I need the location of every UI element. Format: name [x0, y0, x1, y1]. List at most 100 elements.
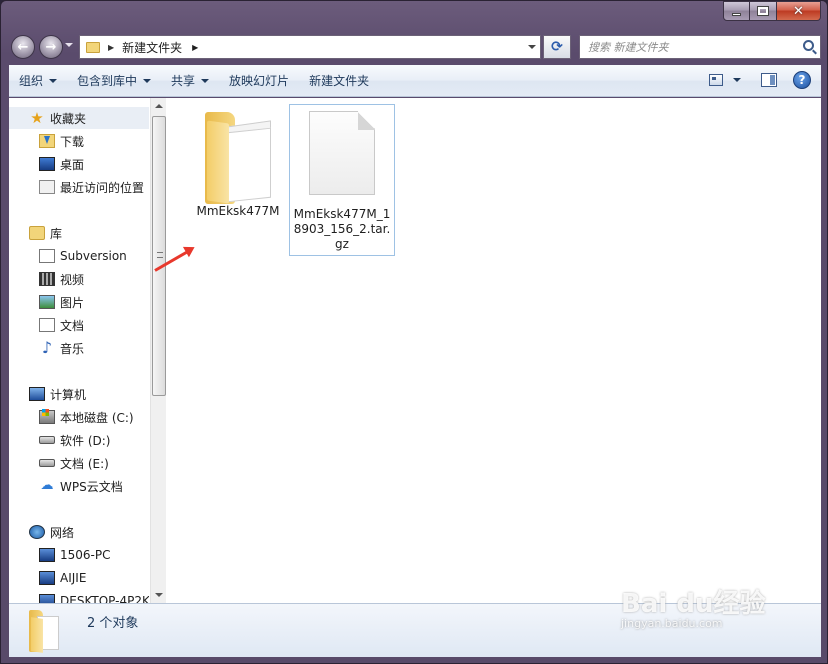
chevron-down-icon [143, 78, 152, 83]
star-icon: ★ [30, 109, 44, 127]
nav-network-label: 网络 [50, 525, 75, 540]
hard-drive-icon [39, 459, 55, 467]
chevron-down-icon [49, 78, 58, 83]
nav-computer[interactable]: 计算机 [9, 383, 149, 405]
nav-item-label: 最近访问的位置 [60, 180, 145, 195]
download-folder-icon [39, 134, 55, 148]
scroll-down-arrow-icon[interactable] [155, 593, 163, 597]
recent-places-icon [39, 180, 55, 194]
nav-item-subversion[interactable]: Subversion [9, 245, 149, 267]
nav-item-label: 文档 (E:) [60, 456, 109, 471]
view-options-chevron-icon[interactable] [733, 78, 741, 82]
search-icon[interactable] [803, 40, 814, 51]
minimize-button[interactable] [723, 1, 750, 21]
nav-item-label: Subversion [60, 249, 127, 263]
navigation-row: ← → ▶ 新建文件夹 ▶ ⟳ [9, 33, 821, 61]
forward-button[interactable]: → [39, 35, 63, 59]
file-name: MmEksk477M [196, 204, 280, 218]
cloud-icon: ☁ [40, 478, 54, 493]
share-button[interactable]: 共享 [161, 69, 219, 93]
slideshow-button[interactable]: 放映幻灯片 [219, 69, 299, 93]
picture-library-icon [39, 295, 55, 309]
nav-item-label: 视频 [60, 272, 85, 287]
computer-icon [29, 387, 45, 401]
maximize-button[interactable] [750, 1, 777, 21]
nav-item-network-pc[interactable]: DESKTOP-4P2K [9, 590, 149, 603]
share-label: 共享 [171, 74, 196, 88]
nav-item-desktop[interactable]: 桌面 [9, 153, 149, 175]
organize-button[interactable]: 组织 [9, 69, 67, 93]
nav-item-network-pc[interactable]: AIJIE [9, 567, 149, 589]
nav-item-videos[interactable]: 视频 [9, 268, 149, 290]
item-count: 2 个对象 [87, 616, 139, 631]
address-dropdown-icon[interactable] [528, 45, 536, 49]
nav-item-recent-places[interactable]: 最近访问的位置 [9, 176, 149, 198]
details-pane: 2 个对象 Bai du经验 jingyan.baidu.com [9, 589, 821, 657]
archive-file-item[interactable]: MmEksk477M_18903_156_2.tar.gz [289, 104, 395, 256]
nav-item-label: 下载 [60, 134, 85, 149]
search-input[interactable] [580, 40, 790, 54]
network-globe-icon [29, 525, 45, 539]
nav-libraries[interactable]: 库 [9, 222, 149, 244]
grip-icon [157, 252, 163, 258]
nav-item-label: AIJIE [60, 571, 87, 585]
content-area: ★ 收藏夹 下载 桌面 最近访问的位置 库 Subversion 视频 图片 文… [9, 98, 821, 603]
nav-item-downloads[interactable]: 下载 [9, 130, 149, 152]
help-icon[interactable]: ? [793, 71, 811, 89]
breadcrumb-separator-icon[interactable]: ▶ [108, 43, 114, 52]
nav-item-drive-e[interactable]: 文档 (E:) [9, 452, 149, 474]
new-folder-button[interactable]: 新建文件夹 [299, 69, 379, 93]
document-library-icon [39, 318, 55, 332]
nav-libraries-label: 库 [50, 226, 63, 241]
nav-item-label: DESKTOP-4P2K [60, 594, 149, 603]
address-bar[interactable]: ▶ 新建文件夹 ▶ [79, 35, 541, 59]
nav-item-label: 本地磁盘 (C:) [60, 410, 134, 425]
close-icon: ✕ [793, 3, 804, 19]
nav-item-label: 1506-PC [60, 548, 111, 562]
nav-favorites-label: 收藏夹 [50, 111, 87, 126]
include-in-library-button[interactable]: 包含到库中 [67, 69, 161, 93]
folder-icon [86, 41, 100, 53]
nav-item-drive-c[interactable]: 本地磁盘 (C:) [9, 406, 149, 428]
close-button[interactable]: ✕ [777, 1, 821, 21]
breadcrumb-separator-icon[interactable]: ▶ [192, 43, 198, 52]
network-computer-icon [39, 594, 55, 603]
nav-item-documents[interactable]: 文档 [9, 314, 149, 336]
refresh-icon: ⟳ [551, 39, 563, 55]
refresh-button[interactable]: ⟳ [543, 35, 571, 59]
network-computer-icon [39, 548, 55, 562]
nav-item-pictures[interactable]: 图片 [9, 291, 149, 313]
maximize-icon [757, 6, 769, 16]
command-bar: 组织 包含到库中 共享 放映幻灯片 新建文件夹 ? [9, 65, 821, 97]
scrollbar-thumb[interactable] [152, 116, 166, 396]
search-box[interactable] [579, 35, 821, 59]
nav-network[interactable]: 网络 [9, 521, 149, 543]
nav-computer-label: 计算机 [50, 387, 87, 402]
include-in-library-label: 包含到库中 [77, 74, 138, 88]
folder-icon [29, 610, 61, 653]
change-view-icon[interactable] [709, 74, 723, 86]
new-folder-label: 新建文件夹 [309, 74, 370, 88]
explorer-window: ✕ ← → ▶ 新建文件夹 ▶ ⟳ 组织 包含到库中 共享 放映幻灯片 新建文件… [0, 0, 828, 664]
preview-pane-icon[interactable] [761, 73, 777, 87]
navigation-scrollbar[interactable] [150, 98, 166, 603]
nav-item-network-pc[interactable]: 1506-PC [9, 544, 149, 566]
system-drive-icon [39, 409, 55, 424]
folder-icon [199, 108, 277, 204]
nav-item-music[interactable]: ♪ 音乐 [9, 337, 149, 359]
recent-pages-dropdown[interactable] [65, 43, 73, 47]
organize-label: 组织 [19, 74, 44, 88]
scroll-up-arrow-icon[interactable] [155, 104, 163, 108]
caption-buttons: ✕ [723, 1, 821, 21]
back-button[interactable]: ← [11, 35, 35, 59]
nav-item-label: 桌面 [60, 157, 85, 172]
nav-item-wps-cloud[interactable]: ☁ WPS云文档 [9, 475, 149, 497]
nav-item-drive-d[interactable]: 软件 (D:) [9, 429, 149, 451]
music-note-icon: ♪ [41, 338, 53, 357]
file-list: MmEksk477M MmEksk477M_18903_156_2.tar.gz [167, 98, 821, 603]
folder-item[interactable]: MmEksk477M [185, 100, 291, 219]
arrow-left-icon: ← [17, 39, 29, 55]
breadcrumb-current-folder[interactable]: 新建文件夹 [122, 39, 182, 56]
network-computer-icon [39, 571, 55, 585]
nav-favorites[interactable]: ★ 收藏夹 [9, 107, 149, 129]
